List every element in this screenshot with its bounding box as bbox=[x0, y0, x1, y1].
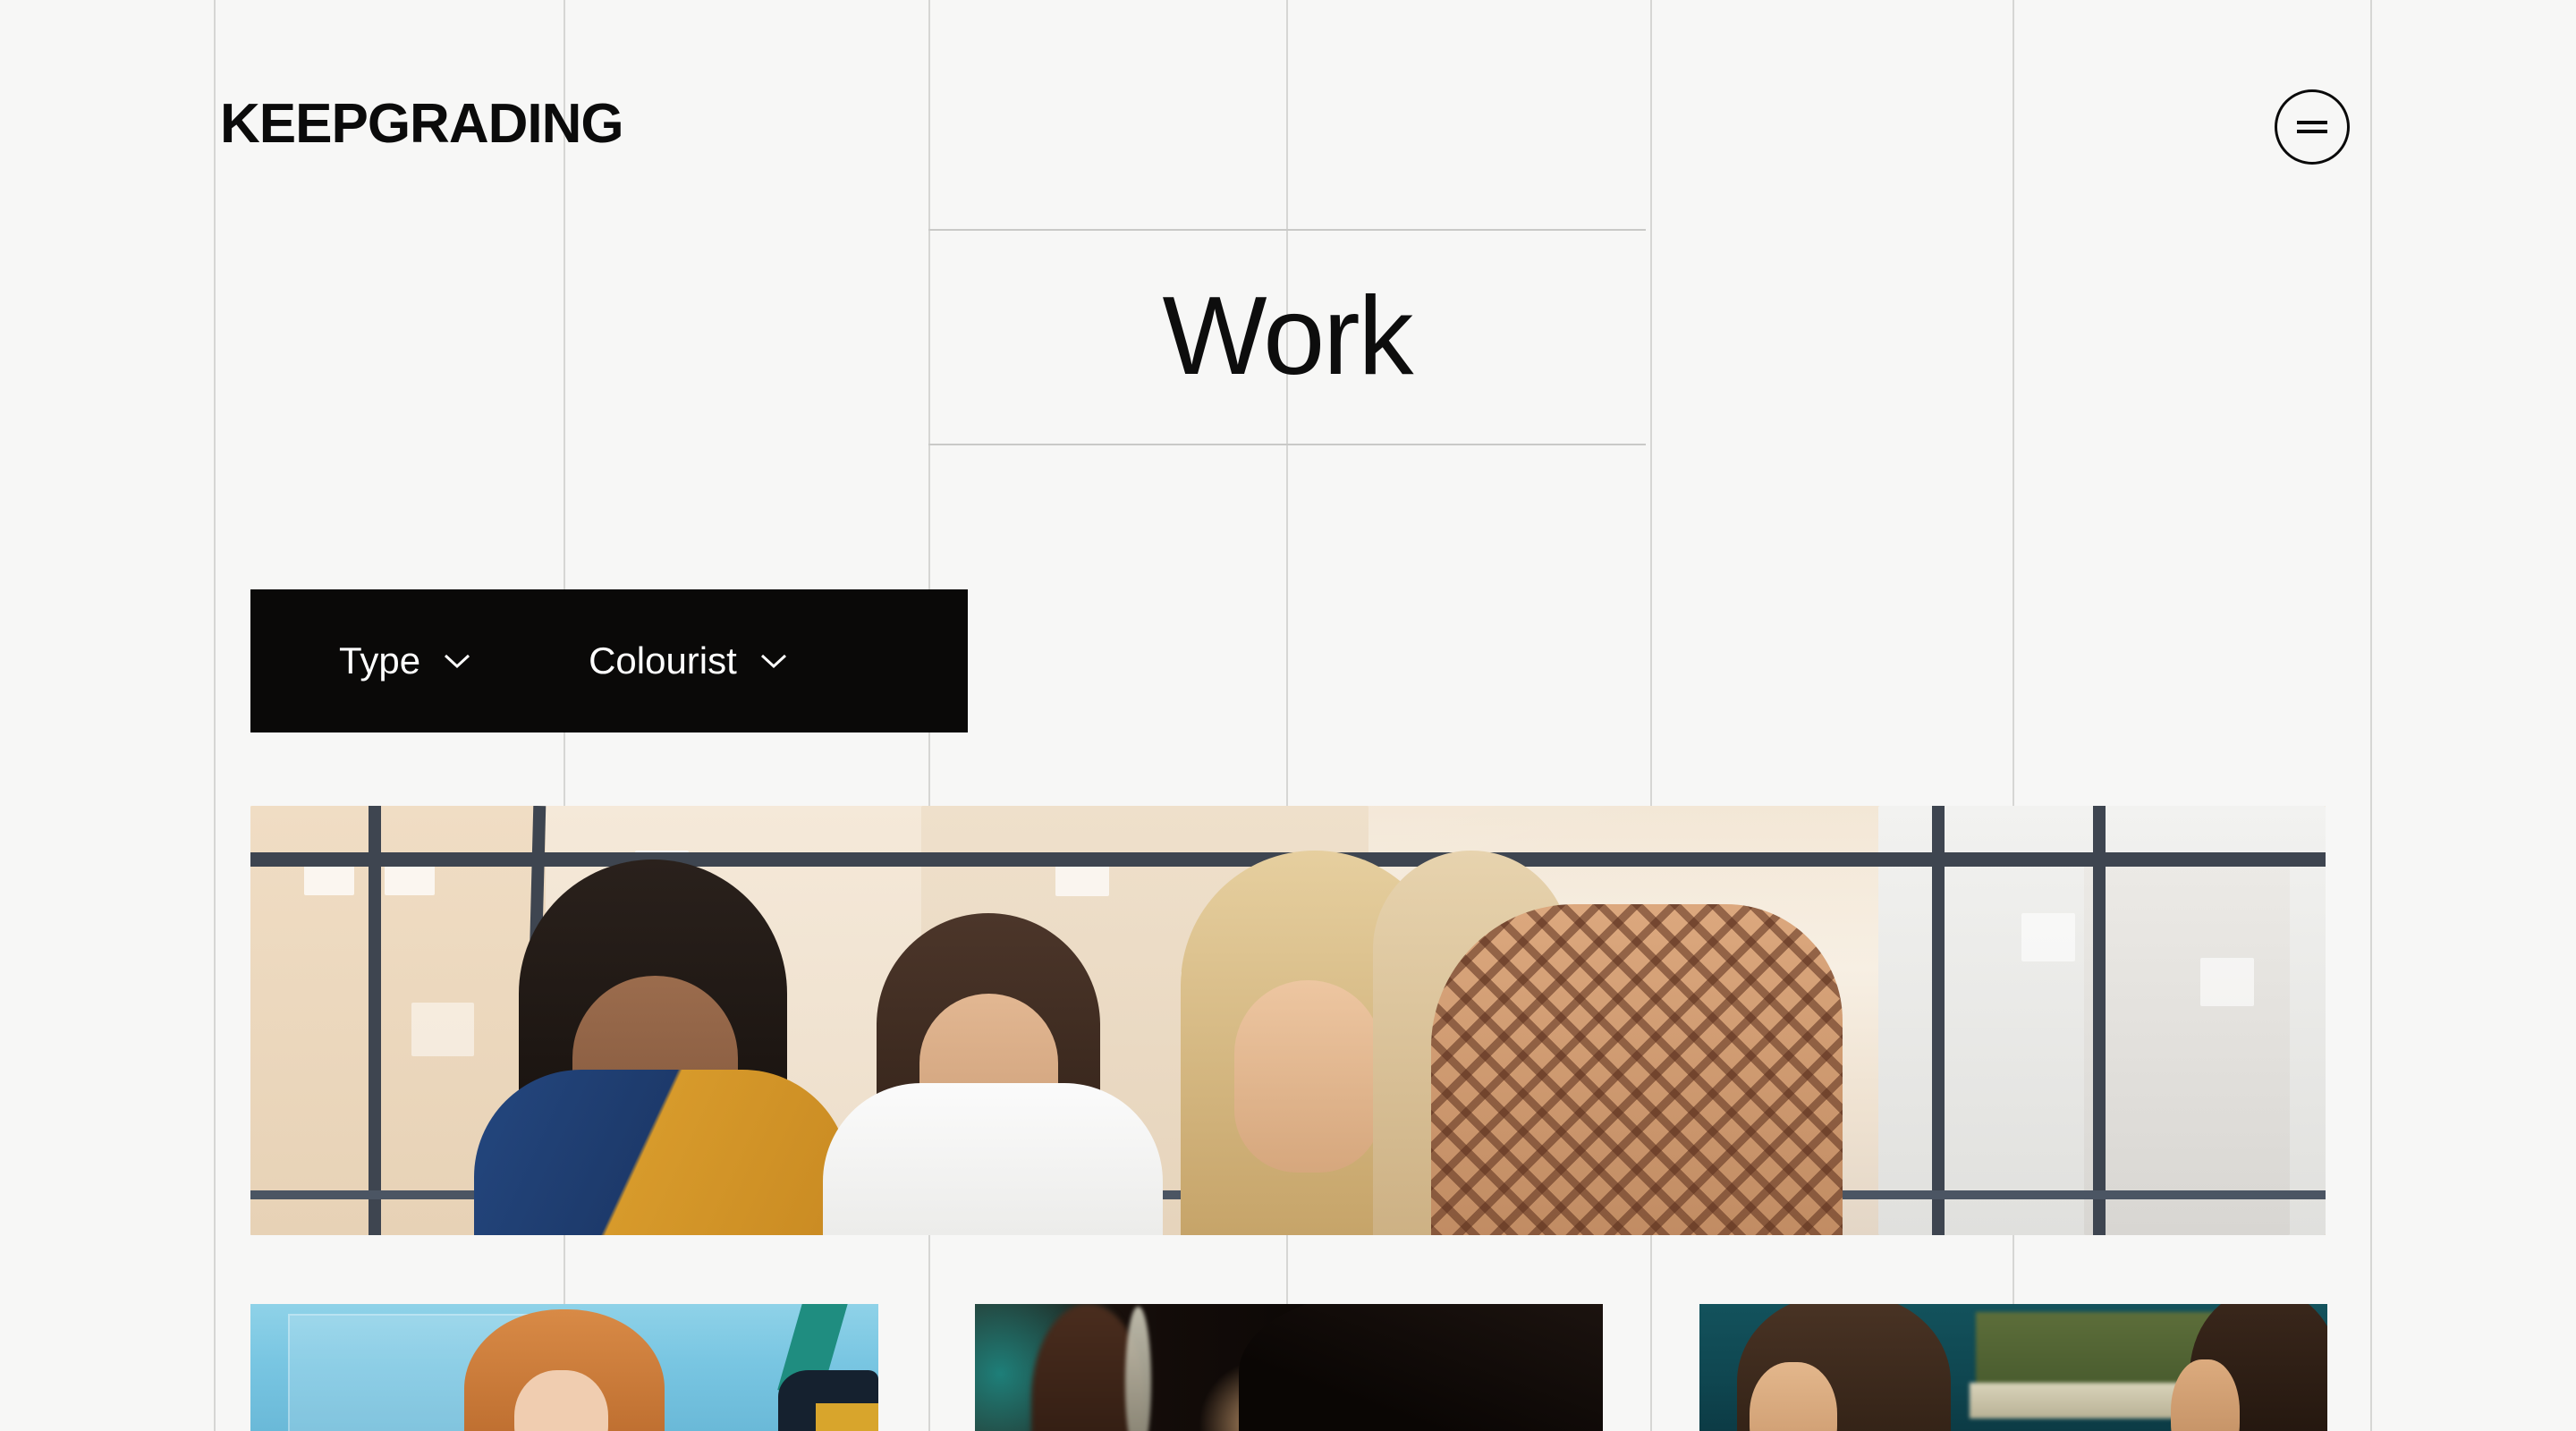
gallery-thumbnail-3-image bbox=[1699, 1304, 2327, 1431]
filter-type-label: Type bbox=[339, 639, 421, 682]
gallery-hero-image bbox=[250, 806, 2326, 1235]
chevron-down-icon bbox=[760, 653, 787, 669]
filter-colourist-label: Colourist bbox=[589, 639, 737, 682]
hamburger-icon bbox=[2297, 121, 2327, 133]
gallery-thumbnail-1[interactable] bbox=[250, 1304, 878, 1431]
page-title: Work bbox=[1162, 275, 1413, 398]
grid-vline bbox=[214, 0, 216, 1431]
gallery-hero-item[interactable] bbox=[250, 806, 2326, 1235]
filter-bar: Type Colourist bbox=[250, 589, 968, 732]
gallery-thumbnail-2[interactable] bbox=[975, 1304, 1603, 1431]
brand-logo-text: KEEPGRADING bbox=[220, 93, 624, 155]
filter-colourist[interactable]: Colourist bbox=[589, 639, 787, 682]
grid-hline bbox=[928, 444, 1646, 445]
gallery-thumbnail-3[interactable] bbox=[1699, 1304, 2327, 1431]
brand-logo[interactable]: KEEPGRADING bbox=[220, 92, 624, 157]
page-root: KEEPGRADING Work Type Colourist bbox=[0, 0, 2576, 1431]
filter-type[interactable]: Type bbox=[339, 639, 470, 682]
chevron-down-icon bbox=[444, 653, 470, 669]
gallery-thumbnail-2-image bbox=[975, 1304, 1603, 1431]
menu-button[interactable] bbox=[2275, 89, 2350, 165]
gallery-thumbnail-1-image bbox=[250, 1304, 878, 1431]
grid-vline bbox=[2370, 0, 2372, 1431]
